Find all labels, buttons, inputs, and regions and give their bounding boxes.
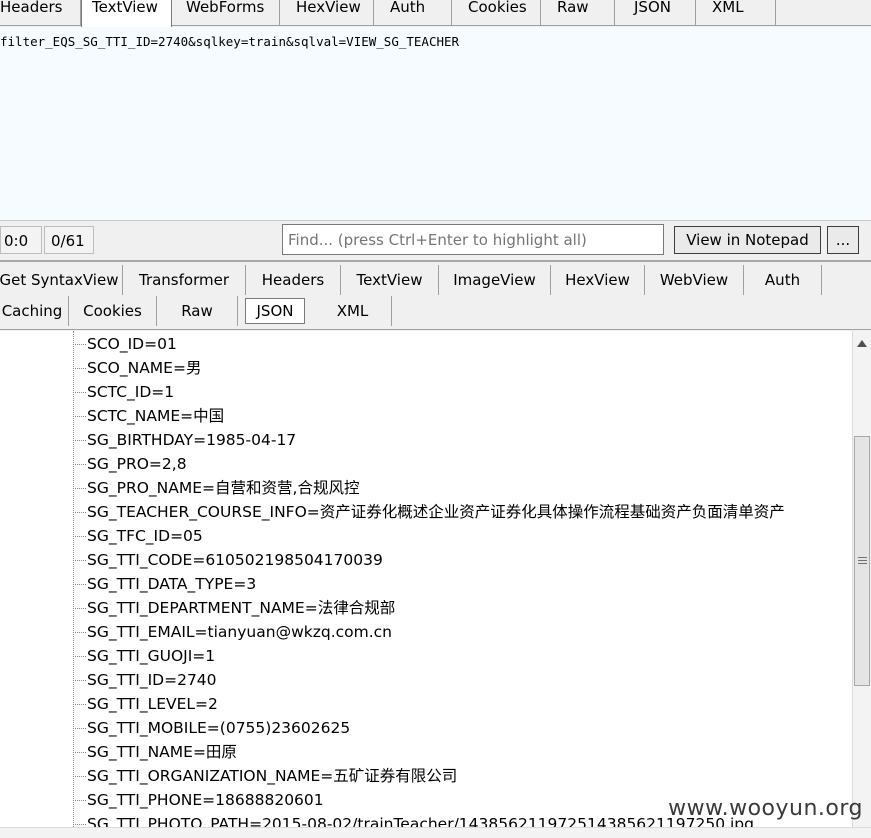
tree-node[interactable]: SG_PRO_NAME=自营和资营,合规风控 (73, 476, 359, 500)
json-tree-view[interactable]: SCO_ID=01 SCO_NAME=男 SCTC_ID=1 SCTC_NAME… (0, 331, 852, 827)
grip-icon (858, 557, 867, 564)
tree-node[interactable]: SCO_NAME=男 (73, 356, 201, 380)
response-tab-strip: Get SyntaxView Transformer Headers TextV… (0, 260, 871, 330)
line-count: 0/61 (44, 226, 94, 254)
request-text-area[interactable]: filter_EQS_SG_TTI_ID=2740&sqlkey=train&s… (0, 27, 871, 220)
tree-node-label: SG_TTI_MOBILE=(0755)23602625 (87, 719, 351, 737)
tab-xml[interactable]: XML (702, 0, 776, 26)
tree-node[interactable]: SG_TTI_PHOTO_PATH=2015-08-02/trainTeache… (73, 812, 754, 827)
tree-node[interactable]: SG_TTI_PHONE=18688820601 (73, 788, 324, 812)
tree-node-label: SCTC_NAME=中国 (87, 407, 225, 425)
tree-node-label: SCTC_ID=1 (87, 383, 175, 401)
tree-node[interactable]: SG_TTI_CODE=610502198504170039 (73, 548, 383, 572)
tab-textview[interactable]: TextView (81, 0, 172, 28)
tree-node-label: SG_PRO_NAME=自营和资营,合规风控 (87, 479, 360, 497)
tree-node-label: SCO_ID=01 (87, 335, 177, 353)
tree-node[interactable]: SG_TTI_DATA_TYPE=3 (73, 572, 256, 596)
tree-node[interactable]: SG_BIRTHDAY=1985-04-17 (73, 428, 296, 452)
scrollbar-thumb[interactable] (854, 436, 870, 686)
tab-auth-response[interactable]: Auth (744, 265, 822, 295)
tree-node[interactable]: SG_TTI_LEVEL=2 (73, 692, 218, 716)
vertical-scrollbar[interactable] (852, 331, 871, 827)
more-options-button[interactable]: ... (827, 226, 859, 254)
tree-node[interactable]: SG_PRO=2,8 (73, 452, 187, 476)
tree-node-label: SG_BIRTHDAY=1985-04-17 (87, 431, 297, 449)
tab-raw-response[interactable]: Raw (157, 296, 238, 326)
tree-node-label: SG_TTI_PHOTO_PATH=2015-08-02/trainTeache… (87, 815, 754, 827)
tab-headers-response[interactable]: Headers (246, 265, 341, 295)
tab-webforms[interactable]: WebForms (176, 0, 280, 26)
tree-node-label: SG_TEACHER_COURSE_INFO=资产证券化概述企业资产证券化具体操… (87, 503, 785, 521)
tab-imageview[interactable]: ImageView (439, 265, 551, 295)
find-input[interactable] (282, 224, 664, 255)
tree-node-label: SG_TTI_NAME=田原 (87, 743, 237, 761)
tab-json-response[interactable]: JSON (245, 298, 305, 324)
tree-node[interactable]: SG_TTI_EMAIL=tianyuan@wkzq.com.cn (73, 620, 392, 644)
tree-node[interactable]: SG_TTI_ID=2740 (73, 668, 217, 692)
tab-cookies[interactable]: Cookies (458, 0, 541, 26)
watermark: www.wooyun.org (668, 796, 863, 821)
tree-node-label: SG_TTI_ORGANIZATION_NAME=五矿证券有限公司 (87, 767, 458, 785)
tab-hexview[interactable]: HexView (286, 0, 374, 26)
tree-node[interactable]: SG_TTI_MOBILE=(0755)23602625 (73, 716, 350, 740)
tree-node-label: SG_TTI_ID=2740 (87, 671, 217, 689)
tab-cookies-response[interactable]: Cookies (69, 296, 157, 326)
tree-node-label: SCO_NAME=男 (87, 359, 202, 377)
tree-node-label: SG_TTI_LEVEL=2 (87, 695, 218, 713)
tree-node[interactable]: SG_TFC_ID=05 (73, 524, 203, 548)
tree-node-label: SG_TTI_CODE=610502198504170039 (87, 551, 383, 569)
find-bar: 0:0 0/61 View in Notepad ... (0, 220, 871, 258)
tree-node-label: SG_TTI_DATA_TYPE=3 (87, 575, 257, 593)
tree-node[interactable]: SG_TTI_GUOJI=1 (73, 644, 215, 668)
tree-node-label: SG_TFC_ID=05 (87, 527, 203, 545)
tree-node[interactable]: SCTC_ID=1 (73, 380, 174, 404)
tree-node-label: SG_TTI_EMAIL=tianyuan@wkzq.com.cn (87, 623, 393, 641)
tree-node-label: SG_TTI_DEPARTMENT_NAME=法律合规部 (87, 599, 396, 617)
tab-hexview-response[interactable]: HexView (551, 265, 645, 295)
tree-node[interactable]: SCTC_NAME=中国 (73, 404, 224, 428)
scroll-up-arrow-icon[interactable] (857, 340, 867, 347)
tab-xml-response[interactable]: XML (314, 296, 392, 326)
tab-webview[interactable]: WebView (645, 265, 744, 295)
tab-json[interactable]: JSON (624, 0, 696, 26)
request-tab-strip: Headers TextView WebForms HexView Auth C… (0, 0, 871, 28)
horizontal-scrollbar[interactable] (0, 827, 871, 838)
tab-headers[interactable]: Headers (0, 0, 81, 26)
tab-raw[interactable]: Raw (547, 0, 615, 26)
tree-node[interactable]: SG_TTI_NAME=田原 (73, 740, 237, 764)
tree-node-label: SG_PRO=2,8 (87, 455, 187, 473)
tab-auth[interactable]: Auth (380, 0, 452, 26)
tree-node-label: SG_TTI_PHONE=18688820601 (87, 791, 324, 809)
tree-node[interactable]: SG_TTI_DEPARTMENT_NAME=法律合规部 (73, 596, 395, 620)
tab-transformer[interactable]: Transformer (123, 265, 246, 295)
tree-node[interactable]: SG_TTI_ORGANIZATION_NAME=五矿证券有限公司 (73, 764, 457, 788)
tab-textview-response[interactable]: TextView (341, 265, 439, 295)
tree-node[interactable]: SCO_ID=01 (73, 332, 177, 356)
tree-node[interactable]: SG_TEACHER_COURSE_INFO=资产证券化概述企业资产证券化具体操… (73, 500, 785, 524)
tab-caching[interactable]: Caching (0, 296, 69, 326)
cursor-position: 0:0 (0, 226, 42, 254)
view-in-notepad-button[interactable]: View in Notepad (674, 226, 821, 254)
tree-node-label: SG_TTI_GUOJI=1 (87, 647, 216, 665)
tab-get-syntaxview[interactable]: Get SyntaxView (0, 265, 123, 295)
